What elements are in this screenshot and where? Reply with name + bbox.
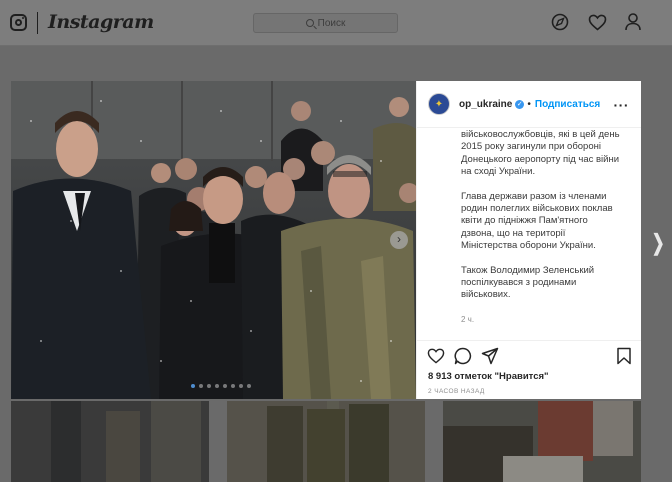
- feed-thumbnail-1[interactable]: [11, 401, 209, 482]
- post-side-panel: ✦ op_ukraine ✓ • Подписаться ··· військо…: [416, 81, 641, 399]
- carousel-dots: [191, 384, 251, 388]
- post-actions: 8 913 отметок "Нравится" 2 ЧАСОВ НАЗАД: [417, 340, 641, 399]
- carousel-dot: [239, 384, 243, 388]
- top-navigation: Instagram Поиск: [0, 0, 672, 46]
- header-separator: •: [527, 98, 531, 110]
- share-icon[interactable]: [481, 347, 499, 365]
- carousel-dot: [199, 384, 203, 388]
- caption-timestamp[interactable]: 2 ч.: [461, 314, 622, 326]
- post-caption: військовослужбовців, які в цей день 2015…: [417, 129, 640, 340]
- caption-paragraph: Глава держави разом із членами родин пол…: [461, 190, 613, 252]
- carousel-dot: [223, 384, 227, 388]
- feed-thumbnail-2[interactable]: [227, 401, 425, 482]
- carousel-dot: [247, 384, 251, 388]
- logo-divider: [37, 12, 38, 34]
- post-photo[interactable]: ›: [11, 81, 416, 399]
- avatar[interactable]: ✦: [428, 93, 450, 115]
- post-username[interactable]: op_ukraine: [459, 99, 512, 110]
- carousel-dot: [207, 384, 211, 388]
- follow-button[interactable]: Подписаться: [535, 99, 600, 110]
- carousel-dot: [191, 384, 195, 388]
- instagram-logo-icon[interactable]: [10, 14, 27, 31]
- carousel-dot: [215, 384, 219, 388]
- heart-icon[interactable]: [587, 12, 607, 32]
- instagram-wordmark[interactable]: Instagram: [48, 11, 154, 33]
- carousel-next-icon[interactable]: ›: [390, 231, 408, 249]
- caption-paragraph: військовослужбовців, які в цей день 2015…: [461, 129, 620, 178]
- posted-time[interactable]: 2 ЧАСОВ НАЗАД: [428, 388, 485, 395]
- post-header: ✦ op_ukraine ✓ • Подписаться ···: [417, 81, 641, 128]
- more-options-icon[interactable]: ···: [614, 97, 630, 113]
- next-post-icon[interactable]: ❯: [652, 230, 665, 256]
- comment-icon[interactable]: [454, 347, 472, 365]
- search-placeholder: Поиск: [317, 17, 346, 29]
- carousel-dot: [231, 384, 235, 388]
- bookmark-icon[interactable]: [616, 347, 634, 365]
- search-input[interactable]: Поиск: [253, 13, 398, 33]
- verified-badge-icon: ✓: [515, 99, 525, 109]
- like-heart-icon[interactable]: [427, 347, 445, 365]
- feed-thumbnail-3[interactable]: [443, 401, 641, 482]
- likes-count[interactable]: 8 913 отметок "Нравится": [428, 371, 549, 382]
- profile-icon[interactable]: [623, 12, 643, 32]
- explore-compass-icon[interactable]: [550, 12, 570, 32]
- caption-paragraph: Також Володимир Зеленський поспілкувався…: [461, 264, 595, 301]
- search-icon: [305, 19, 314, 27]
